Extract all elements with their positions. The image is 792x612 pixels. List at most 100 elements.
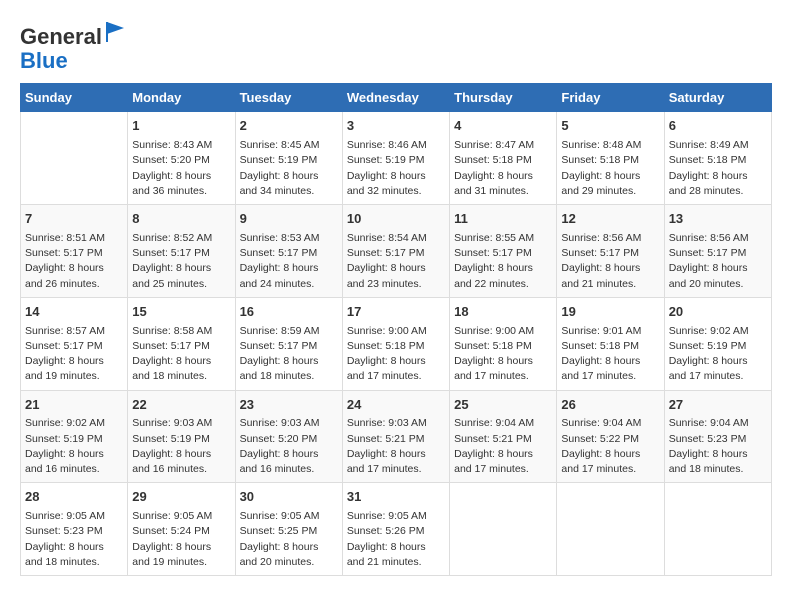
day-info: Sunrise: 8:54 AMSunset: 5:17 PMDaylight:… [347, 231, 445, 292]
day-info: Sunrise: 9:05 AMSunset: 5:25 PMDaylight:… [240, 509, 338, 570]
day-info: Sunrise: 9:05 AMSunset: 5:23 PMDaylight:… [25, 509, 123, 570]
calendar-cell: 31 Sunrise: 9:05 AMSunset: 5:26 PMDayligh… [342, 483, 449, 576]
day-number: 17 [347, 303, 445, 322]
day-number: 7 [25, 210, 123, 229]
day-info: Sunrise: 8:45 AMSunset: 5:19 PMDaylight:… [240, 138, 338, 199]
calendar-week-row: 1 Sunrise: 8:43 AMSunset: 5:20 PMDaylight… [21, 112, 772, 205]
day-number: 1 [132, 117, 230, 136]
calendar-cell: 15Sunrise: 8:58 AMSunset: 5:17 PMDayligh… [128, 297, 235, 390]
calendar-cell [557, 483, 664, 576]
day-info: Sunrise: 8:55 AMSunset: 5:17 PMDaylight:… [454, 231, 552, 292]
day-info: Sunrise: 9:01 AMSunset: 5:18 PMDaylight:… [561, 324, 659, 385]
calendar-header: SundayMondayTuesdayWednesdayThursdayFrid… [21, 84, 772, 112]
day-number: 2 [240, 117, 338, 136]
calendar-cell: 25Sunrise: 9:04 AMSunset: 5:21 PMDayligh… [450, 390, 557, 483]
logo-general-text: General [20, 24, 102, 49]
day-number: 24 [347, 396, 445, 415]
page-header: General Blue [20, 20, 772, 73]
calendar-cell: 2 Sunrise: 8:45 AMSunset: 5:19 PMDaylight… [235, 112, 342, 205]
day-info: Sunrise: 8:52 AMSunset: 5:17 PMDaylight:… [132, 231, 230, 292]
calendar-cell: 6 Sunrise: 8:49 AMSunset: 5:18 PMDaylight… [664, 112, 771, 205]
day-info: Sunrise: 9:03 AMSunset: 5:20 PMDaylight:… [240, 416, 338, 477]
calendar-cell: 21Sunrise: 9:02 AMSunset: 5:19 PMDayligh… [21, 390, 128, 483]
calendar-cell: 11 Sunrise: 8:55 AMSunset: 5:17 PMDayligh… [450, 205, 557, 298]
day-info: Sunrise: 8:56 AMSunset: 5:17 PMDaylight:… [669, 231, 767, 292]
day-number: 5 [561, 117, 659, 136]
logo: General Blue [20, 20, 128, 73]
day-info: Sunrise: 9:00 AMSunset: 5:18 PMDaylight:… [347, 324, 445, 385]
calendar-week-row: 7 Sunrise: 8:51 AMSunset: 5:17 PMDaylight… [21, 205, 772, 298]
header-day: Saturday [664, 84, 771, 112]
day-info: Sunrise: 8:51 AMSunset: 5:17 PMDaylight:… [25, 231, 123, 292]
calendar-week-row: 14Sunrise: 8:57 AMSunset: 5:17 PMDayligh… [21, 297, 772, 390]
day-number: 11 [454, 210, 552, 229]
day-info: Sunrise: 8:46 AMSunset: 5:19 PMDaylight:… [347, 138, 445, 199]
calendar-cell: 22Sunrise: 9:03 AMSunset: 5:19 PMDayligh… [128, 390, 235, 483]
day-info: Sunrise: 9:02 AMSunset: 5:19 PMDaylight:… [25, 416, 123, 477]
calendar-cell: 3 Sunrise: 8:46 AMSunset: 5:19 PMDaylight… [342, 112, 449, 205]
day-number: 19 [561, 303, 659, 322]
calendar-cell: 10 Sunrise: 8:54 AMSunset: 5:17 PMDayligh… [342, 205, 449, 298]
header-day: Sunday [21, 84, 128, 112]
day-number: 9 [240, 210, 338, 229]
day-number: 18 [454, 303, 552, 322]
header-day: Thursday [450, 84, 557, 112]
calendar-cell: 5Sunrise: 8:48 AMSunset: 5:18 PMDaylight… [557, 112, 664, 205]
calendar-cell: 18Sunrise: 9:00 AMSunset: 5:18 PMDayligh… [450, 297, 557, 390]
day-number: 4 [454, 117, 552, 136]
logo-flag-icon [104, 20, 128, 44]
calendar-cell [664, 483, 771, 576]
day-info: Sunrise: 9:05 AMSunset: 5:26 PMDaylight:… [347, 509, 445, 570]
calendar-cell: 4Sunrise: 8:47 AMSunset: 5:18 PMDaylight… [450, 112, 557, 205]
calendar-week-row: 21Sunrise: 9:02 AMSunset: 5:19 PMDayligh… [21, 390, 772, 483]
day-info: Sunrise: 8:53 AMSunset: 5:17 PMDaylight:… [240, 231, 338, 292]
calendar-cell: 7 Sunrise: 8:51 AMSunset: 5:17 PMDaylight… [21, 205, 128, 298]
header-day: Wednesday [342, 84, 449, 112]
day-number: 30 [240, 488, 338, 507]
day-number: 20 [669, 303, 767, 322]
header-day: Tuesday [235, 84, 342, 112]
header-day: Monday [128, 84, 235, 112]
header-row: SundayMondayTuesdayWednesdayThursdayFrid… [21, 84, 772, 112]
day-info: Sunrise: 9:04 AMSunset: 5:23 PMDaylight:… [669, 416, 767, 477]
calendar-cell: 28 Sunrise: 9:05 AMSunset: 5:23 PMDayligh… [21, 483, 128, 576]
calendar-week-row: 28 Sunrise: 9:05 AMSunset: 5:23 PMDayligh… [21, 483, 772, 576]
day-number: 3 [347, 117, 445, 136]
calendar-cell: 8 Sunrise: 8:52 AMSunset: 5:17 PMDaylight… [128, 205, 235, 298]
day-info: Sunrise: 8:49 AMSunset: 5:18 PMDaylight:… [669, 138, 767, 199]
day-info: Sunrise: 8:58 AMSunset: 5:17 PMDaylight:… [132, 324, 230, 385]
calendar-body: 1 Sunrise: 8:43 AMSunset: 5:20 PMDaylight… [21, 112, 772, 576]
day-number: 10 [347, 210, 445, 229]
day-number: 28 [25, 488, 123, 507]
calendar-cell: 17 Sunrise: 9:00 AMSunset: 5:18 PMDayligh… [342, 297, 449, 390]
day-info: Sunrise: 8:43 AMSunset: 5:20 PMDaylight:… [132, 138, 230, 199]
day-info: Sunrise: 9:02 AMSunset: 5:19 PMDaylight:… [669, 324, 767, 385]
day-number: 25 [454, 396, 552, 415]
day-number: 27 [669, 396, 767, 415]
day-number: 6 [669, 117, 767, 136]
day-number: 26 [561, 396, 659, 415]
calendar-cell: 16Sunrise: 8:59 AMSunset: 5:17 PMDayligh… [235, 297, 342, 390]
day-number: 31 [347, 488, 445, 507]
calendar-cell: 13Sunrise: 8:56 AMSunset: 5:17 PMDayligh… [664, 205, 771, 298]
calendar-cell: 29Sunrise: 9:05 AMSunset: 5:24 PMDayligh… [128, 483, 235, 576]
calendar-cell: 27Sunrise: 9:04 AMSunset: 5:23 PMDayligh… [664, 390, 771, 483]
calendar-cell [450, 483, 557, 576]
calendar-cell: 14Sunrise: 8:57 AMSunset: 5:17 PMDayligh… [21, 297, 128, 390]
day-number: 22 [132, 396, 230, 415]
day-number: 8 [132, 210, 230, 229]
day-info: Sunrise: 9:04 AMSunset: 5:22 PMDaylight:… [561, 416, 659, 477]
calendar-cell: 1 Sunrise: 8:43 AMSunset: 5:20 PMDaylight… [128, 112, 235, 205]
day-info: Sunrise: 8:57 AMSunset: 5:17 PMDaylight:… [25, 324, 123, 385]
day-info: Sunrise: 9:04 AMSunset: 5:21 PMDaylight:… [454, 416, 552, 477]
calendar-cell: 23Sunrise: 9:03 AMSunset: 5:20 PMDayligh… [235, 390, 342, 483]
day-number: 23 [240, 396, 338, 415]
day-info: Sunrise: 8:56 AMSunset: 5:17 PMDaylight:… [561, 231, 659, 292]
header-day: Friday [557, 84, 664, 112]
day-info: Sunrise: 9:03 AMSunset: 5:19 PMDaylight:… [132, 416, 230, 477]
day-number: 29 [132, 488, 230, 507]
calendar-cell: 20 Sunrise: 9:02 AMSunset: 5:19 PMDayligh… [664, 297, 771, 390]
logo-blue-text: Blue [20, 48, 68, 73]
calendar-cell [21, 112, 128, 205]
day-number: 21 [25, 396, 123, 415]
